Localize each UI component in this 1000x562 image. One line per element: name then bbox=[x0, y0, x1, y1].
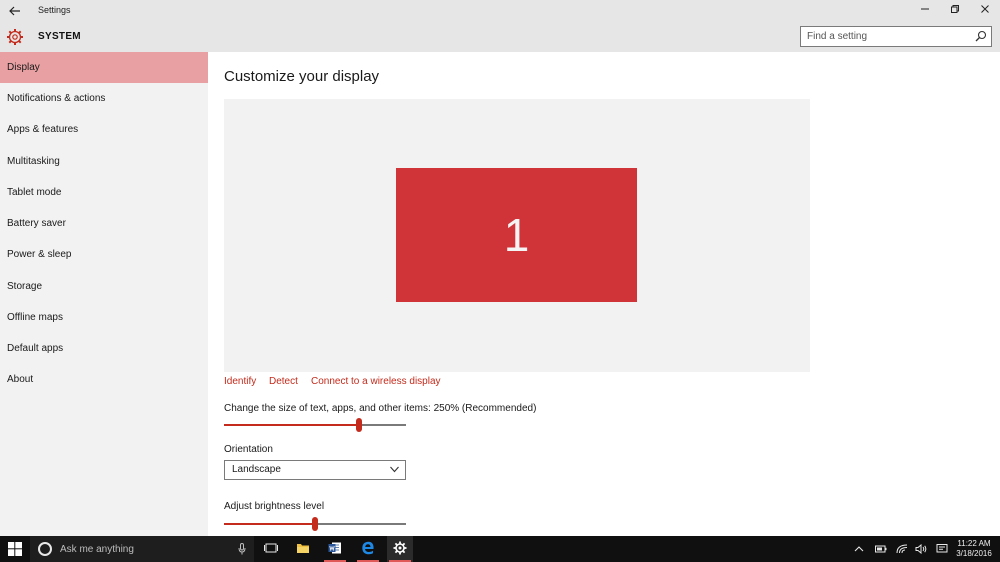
settings-header: SYSTEM bbox=[0, 22, 1000, 52]
clock-date: 3/18/2016 bbox=[956, 549, 992, 558]
back-arrow-icon bbox=[9, 6, 20, 16]
detect-link[interactable]: Detect bbox=[269, 376, 298, 387]
identify-link[interactable]: Identify bbox=[224, 376, 256, 387]
clock-time: 11:22 AM bbox=[957, 539, 991, 548]
orientation-label: Orientation bbox=[224, 444, 273, 455]
sidebar-item-about[interactable]: About bbox=[0, 364, 208, 395]
settings-window: Settings SYSTEM Find a setting Display N… bbox=[0, 0, 1000, 536]
task-view-button[interactable] bbox=[258, 536, 284, 562]
sidebar-item-display[interactable]: Display bbox=[0, 52, 208, 83]
microphone-icon[interactable] bbox=[238, 543, 246, 555]
close-icon bbox=[981, 5, 989, 13]
page-title: Customize your display bbox=[224, 68, 380, 85]
settings-taskbar-button[interactable] bbox=[387, 536, 413, 562]
back-button[interactable] bbox=[6, 3, 24, 19]
title-bar: Settings bbox=[0, 0, 1000, 22]
sidebar-item-offline-maps[interactable]: Offline maps bbox=[0, 302, 208, 333]
orientation-dropdown[interactable]: Landscape bbox=[224, 460, 406, 480]
sidebar-item-multitasking[interactable]: Multitasking bbox=[0, 146, 208, 177]
restore-icon bbox=[951, 5, 959, 13]
edge-icon bbox=[362, 541, 374, 555]
minimize-icon bbox=[921, 8, 929, 10]
orientation-selected-value: Landscape bbox=[232, 464, 281, 475]
gear-icon bbox=[7, 29, 23, 45]
sidebar-item-power-sleep[interactable]: Power & sleep bbox=[0, 239, 208, 270]
restore-button[interactable] bbox=[940, 0, 970, 22]
volume-icon[interactable] bbox=[915, 544, 927, 554]
cortana-placeholder: Ask me anything bbox=[60, 544, 134, 555]
word-icon bbox=[328, 542, 341, 554]
scale-slider[interactable] bbox=[224, 418, 406, 432]
search-box[interactable] bbox=[800, 26, 992, 47]
windows-start-icon[interactable] bbox=[8, 542, 22, 556]
cortana-search-box[interactable]: Ask me anything bbox=[30, 536, 254, 562]
settings-icon bbox=[393, 541, 407, 555]
file-explorer-icon bbox=[297, 544, 309, 553]
sidebar-item-default-apps[interactable]: Default apps bbox=[0, 333, 208, 364]
taskbar: Ask me anything 11:22 AM 3/18/2016 bbox=[0, 536, 1000, 562]
section-title: SYSTEM bbox=[38, 31, 81, 42]
scale-label: Change the size of text, apps, and other… bbox=[224, 403, 537, 414]
slider-fill bbox=[224, 424, 359, 426]
slider-thumb[interactable] bbox=[312, 517, 318, 531]
display-arrangement-area: 1 bbox=[224, 99, 810, 372]
brightness-label: Adjust brightness level bbox=[224, 501, 325, 512]
minimize-button[interactable] bbox=[910, 0, 940, 22]
slider-thumb[interactable] bbox=[356, 418, 362, 432]
chevron-up-icon[interactable] bbox=[853, 544, 865, 554]
window-title: Settings bbox=[38, 5, 71, 15]
monitor-tile[interactable]: 1 bbox=[396, 168, 637, 302]
chevron-down-icon bbox=[390, 466, 399, 473]
task-view-icon bbox=[264, 543, 278, 553]
search-icon[interactable] bbox=[975, 30, 987, 42]
file-explorer-button[interactable] bbox=[290, 536, 316, 562]
sidebar: Display Notifications & actions Apps & f… bbox=[0, 52, 208, 536]
wifi-icon[interactable] bbox=[896, 544, 908, 554]
slider-fill bbox=[224, 523, 315, 525]
action-center-icon[interactable] bbox=[936, 544, 948, 554]
sidebar-item-notifications[interactable]: Notifications & actions bbox=[0, 83, 208, 114]
main-content: Customize your display 1 Identify Detect… bbox=[208, 52, 1000, 536]
search-input[interactable] bbox=[801, 27, 971, 46]
word-button[interactable] bbox=[322, 536, 348, 562]
battery-icon[interactable] bbox=[875, 544, 887, 554]
edge-button[interactable] bbox=[355, 536, 381, 562]
connect-wireless-display-link[interactable]: Connect to a wireless display bbox=[311, 376, 441, 387]
sidebar-item-storage[interactable]: Storage bbox=[0, 271, 208, 302]
sidebar-item-tablet-mode[interactable]: Tablet mode bbox=[0, 177, 208, 208]
monitor-number: 1 bbox=[503, 209, 530, 261]
cortana-icon bbox=[38, 542, 52, 556]
brightness-slider[interactable] bbox=[224, 517, 406, 531]
system-clock[interactable]: 11:22 AM 3/18/2016 bbox=[952, 539, 996, 559]
sidebar-item-battery-saver[interactable]: Battery saver bbox=[0, 208, 208, 239]
close-button[interactable] bbox=[970, 0, 1000, 22]
sidebar-item-apps-features[interactable]: Apps & features bbox=[0, 114, 208, 145]
